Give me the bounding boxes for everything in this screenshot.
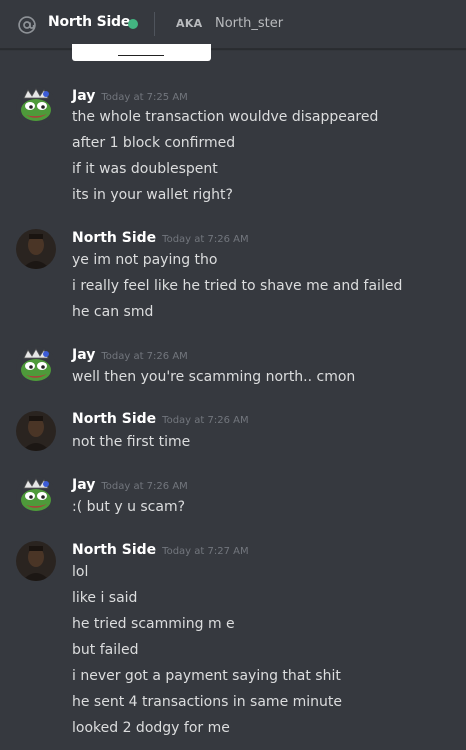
message-line: not the first time xyxy=(72,434,191,450)
author-name[interactable]: Jay xyxy=(72,347,95,363)
message-line: after 1 block confirmed xyxy=(72,135,236,151)
message-line: well then you're scamming north.. cmon xyxy=(72,369,356,385)
message-author[interactable]: North Side Today at 7:27 AM xyxy=(72,542,249,558)
message-line: if it was doublespent xyxy=(72,161,218,177)
aka-badge: AKA xyxy=(176,17,203,30)
pepe-avatar[interactable] xyxy=(16,86,56,126)
message-author[interactable]: Jay Today at 7:26 AM xyxy=(72,347,188,363)
at-icon xyxy=(18,16,36,34)
message-timestamp: Today at 7:26 AM xyxy=(101,351,188,362)
message-timestamp: Today at 7:26 AM xyxy=(162,234,249,245)
message-line: he tried scamming m e xyxy=(72,616,235,632)
message-timestamp: Today at 7:25 AM xyxy=(101,92,188,103)
channel-header: North Side AKA North_ster xyxy=(0,0,466,49)
message-timestamp: Today at 7:27 AM xyxy=(162,546,249,557)
dm-title[interactable]: North Side xyxy=(48,14,130,30)
message-line: its in your wallet right? xyxy=(72,187,233,203)
message-timestamp: Today at 7:26 AM xyxy=(162,415,249,426)
message-author[interactable]: North Side Today at 7:26 AM xyxy=(72,411,249,427)
header-divider xyxy=(154,12,155,36)
online-status-dot xyxy=(128,19,138,29)
photo-avatar[interactable] xyxy=(16,541,56,581)
author-name[interactable]: North Side xyxy=(72,411,156,427)
photo-avatar[interactable] xyxy=(16,411,56,451)
message-author[interactable]: Jay Today at 7:25 AM xyxy=(72,88,188,104)
photo-avatar[interactable] xyxy=(16,229,56,269)
message-line: ye im not paying tho xyxy=(72,252,218,268)
author-name[interactable]: Jay xyxy=(72,477,95,493)
message-line: but failed xyxy=(72,642,139,658)
message-author[interactable]: North Side Today at 7:26 AM xyxy=(72,230,249,246)
message-line: i really feel like he tried to shave me … xyxy=(72,278,403,294)
author-name[interactable]: North Side xyxy=(72,230,156,246)
message-line: i never got a payment saying that shit xyxy=(72,668,341,684)
author-name[interactable]: North Side xyxy=(72,542,156,558)
author-name[interactable]: Jay xyxy=(72,88,95,104)
message-line: looked 2 dodgy for me xyxy=(72,720,230,736)
message-timestamp: Today at 7:26 AM xyxy=(101,481,188,492)
message-author[interactable]: Jay Today at 7:26 AM xyxy=(72,477,188,493)
message-line: he sent 4 transactions in same minute xyxy=(72,694,343,710)
aka-name: North_ster xyxy=(215,16,284,31)
pepe-avatar[interactable] xyxy=(16,346,56,386)
cropped-embed xyxy=(72,44,211,61)
message-line: :( but y u scam? xyxy=(72,499,186,515)
message-line: lol xyxy=(72,564,89,580)
message-line: he can smd xyxy=(72,304,154,320)
message-line: the whole transaction wouldve disappeare… xyxy=(72,109,379,125)
message-line: like i said xyxy=(72,590,138,606)
pepe-avatar[interactable] xyxy=(16,476,56,516)
